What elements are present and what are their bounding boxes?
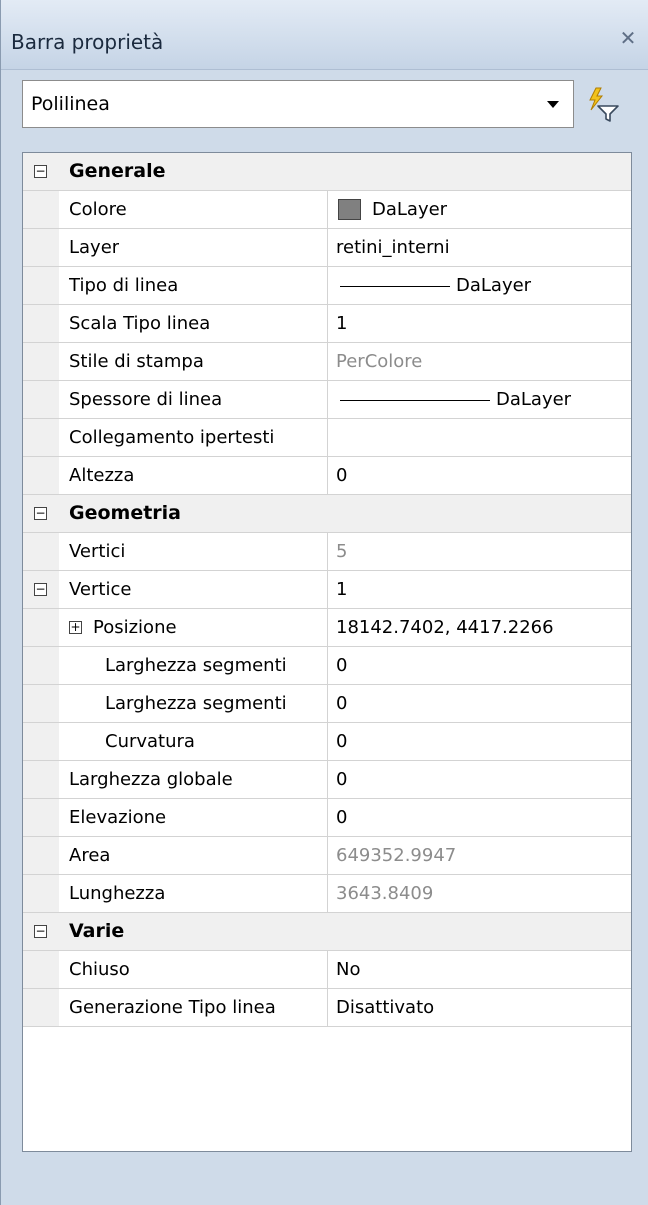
property-row-tipo-di-linea[interactable]: Tipo di linea DaLayer [23,267,631,305]
category-generale[interactable]: − Generale [23,153,631,191]
category-geometria[interactable]: − Geometria [23,495,631,533]
property-grid: − Generale Colore DaLayer Layer retini_i… [22,152,632,1152]
property-name: Spessore di linea [69,389,223,410]
panel-title: Barra proprietà [11,30,164,54]
property-row-colore[interactable]: Colore DaLayer [23,191,631,229]
property-value: No [336,959,361,980]
collapse-icon[interactable]: − [34,925,47,938]
property-name: Vertice [69,579,132,600]
property-value: 649352.9947 [336,845,457,866]
property-row-scala-tipo-linea[interactable]: Scala Tipo linea 1 [23,305,631,343]
property-value: 0 [336,731,348,752]
property-name: Posizione [93,617,177,638]
object-type-value: Polilinea [31,93,110,115]
collapse-icon[interactable]: − [34,507,47,520]
lineweight-preview [340,400,490,401]
collapse-icon[interactable]: − [34,583,47,596]
property-name: Scala Tipo linea [69,313,211,334]
property-name: Collegamento ipertesti [69,427,275,448]
property-value: 0 [336,655,348,676]
property-value: 3643.8409 [336,883,434,904]
property-row-larghezza-segmenti-2[interactable]: Larghezza segmenti 0 [23,685,631,723]
property-name: Larghezza segmenti [105,693,287,714]
property-row-vertici[interactable]: Vertici 5 [23,533,631,571]
property-value: 0 [336,807,348,828]
property-name: Chiuso [69,959,130,980]
property-row-collegamento[interactable]: Collegamento ipertesti [23,419,631,457]
linetype-preview [340,286,450,287]
property-value: DaLayer [496,389,572,410]
property-value: DaLayer [372,199,448,220]
property-value: 1 [336,579,348,600]
property-name: Tipo di linea [69,275,179,296]
property-name: Altezza [69,465,135,486]
property-row-chiuso[interactable]: Chiuso No [23,951,631,989]
expand-icon[interactable]: + [69,621,82,634]
property-name: Elevazione [69,807,167,828]
property-value: PerColore [336,351,423,372]
properties-panel: Barra proprietà ✕ Polilinea − Generale C… [0,0,648,1205]
quick-select-icon[interactable] [584,84,624,124]
object-type-dropdown[interactable]: Polilinea [22,80,574,128]
property-value: Disattivato [336,997,435,1018]
property-row-layer[interactable]: Layer retini_interni [23,229,631,267]
close-icon[interactable]: ✕ [617,28,639,48]
property-name: Larghezza globale [69,769,233,790]
property-value: 5 [336,541,348,562]
category-label: Generale [69,160,166,182]
property-name: Stile di stampa [69,351,204,372]
property-value: 0 [336,769,348,790]
property-row-elevazione[interactable]: Elevazione 0 [23,799,631,837]
color-swatch [338,199,361,220]
property-name: Vertici [69,541,126,562]
property-name: Lunghezza [69,883,166,904]
chevron-down-icon[interactable] [547,101,559,108]
property-value: DaLayer [456,275,532,296]
property-name: Layer [69,237,120,258]
property-row-vertice[interactable]: − Vertice 1 [23,571,631,609]
panel-titlebar: Barra proprietà ✕ [1,0,648,70]
property-row-larghezza-segmenti-1[interactable]: Larghezza segmenti 0 [23,647,631,685]
property-name: Area [69,845,111,866]
property-name: Larghezza segmenti [105,655,287,676]
category-label: Geometria [69,502,182,524]
property-row-lunghezza[interactable]: Lunghezza 3643.8409 [23,875,631,913]
property-row-posizione[interactable]: + Posizione 18142.7402, 4417.2266 [23,609,631,647]
property-value: 0 [336,465,348,486]
collapse-icon[interactable]: − [34,165,47,178]
property-row-altezza[interactable]: Altezza 0 [23,457,631,495]
property-value: 1 [336,313,348,334]
property-row-area[interactable]: Area 649352.9947 [23,837,631,875]
property-value: retini_interni [336,237,450,258]
category-varie[interactable]: − Varie [23,913,631,951]
property-name: Generazione Tipo linea [69,997,276,1018]
property-row-curvatura[interactable]: Curvatura 0 [23,723,631,761]
property-value: 0 [336,693,348,714]
category-label: Varie [69,920,125,942]
property-value: 18142.7402, 4417.2266 [336,617,554,638]
property-row-generazione-tipo-linea[interactable]: Generazione Tipo linea Disattivato [23,989,631,1027]
property-row-stile-di-stampa[interactable]: Stile di stampa PerColore [23,343,631,381]
property-row-larghezza-globale[interactable]: Larghezza globale 0 [23,761,631,799]
property-name: Curvatura [105,731,195,752]
property-name: Colore [69,199,127,220]
property-row-spessore-di-linea[interactable]: Spessore di linea DaLayer [23,381,631,419]
